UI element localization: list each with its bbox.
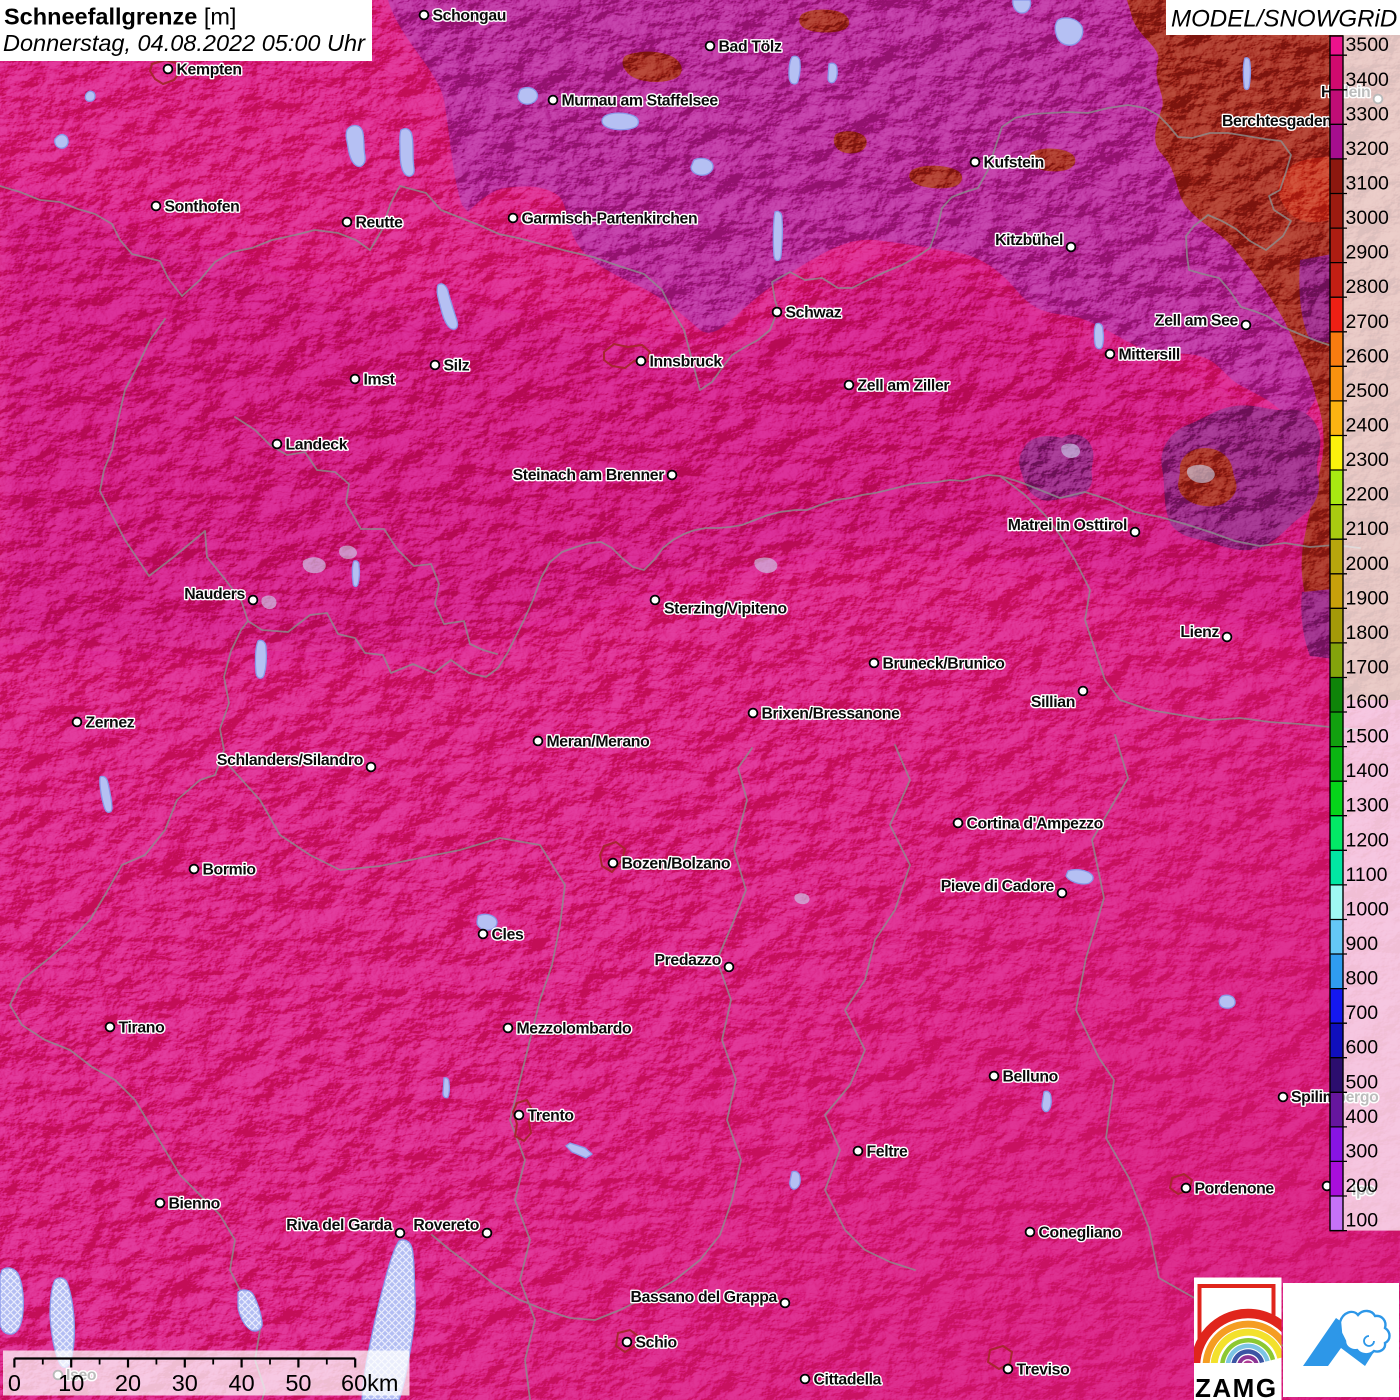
svg-text:Sonthofen: Sonthofen [165,199,240,216]
svg-text:2200: 2200 [1346,484,1390,506]
svg-text:Kempten: Kempten [177,62,242,79]
svg-text:1300: 1300 [1346,795,1390,817]
svg-text:Meran/Merano: Meran/Merano [547,734,651,751]
svg-text:Schio: Schio [636,1335,678,1352]
svg-text:50: 50 [285,1370,311,1396]
svg-text:3400: 3400 [1346,69,1390,91]
svg-text:Riva del Garda: Riva del Garda [286,1217,392,1234]
svg-text:3200: 3200 [1346,138,1390,160]
svg-text:2500: 2500 [1346,380,1390,402]
svg-text:Brixen/Bressanone: Brixen/Bressanone [762,706,901,723]
svg-text:Innsbruck: Innsbruck [650,354,723,371]
svg-text:Predazzo: Predazzo [654,952,721,969]
svg-text:Murnau am Staffelsee: Murnau am Staffelsee [562,93,719,110]
svg-text:3100: 3100 [1346,173,1390,195]
svg-text:800: 800 [1346,968,1379,990]
svg-text:30: 30 [172,1370,198,1396]
svg-text:1700: 1700 [1346,657,1390,679]
svg-text:Cittadella: Cittadella [814,1372,882,1389]
svg-text:600: 600 [1346,1037,1379,1059]
svg-text:2600: 2600 [1346,345,1390,367]
svg-text:ZAMG: ZAMG [1195,1373,1278,1400]
svg-text:700: 700 [1346,1002,1379,1024]
svg-text:2900: 2900 [1346,242,1390,264]
svg-text:Schongau: Schongau [433,8,507,25]
svg-text:Zell am Ziller: Zell am Ziller [858,378,950,395]
svg-text:Kufstein: Kufstein [984,155,1044,172]
svg-text:Treviso: Treviso [1017,1362,1071,1379]
svg-text:Belluno: Belluno [1003,1069,1059,1086]
svg-text:Donnerstag, 04.08.2022 05:00 U: Donnerstag, 04.08.2022 05:00 Uhr [3,30,366,56]
svg-text:Bozen/Bolzano: Bozen/Bolzano [622,856,731,873]
svg-text:Bormio: Bormio [203,862,257,879]
svg-text:1000: 1000 [1346,899,1390,921]
svg-text:1800: 1800 [1346,622,1390,644]
svg-text:Garmisch-Partenkirchen: Garmisch-Partenkirchen [522,211,698,228]
svg-text:Silz: Silz [444,358,470,375]
svg-text:Matrei in Osttirol: Matrei in Osttirol [1008,517,1127,534]
svg-text:100: 100 [1346,1210,1379,1232]
svg-text:Zernez: Zernez [86,715,135,732]
svg-text:Pordenone: Pordenone [1195,1181,1275,1198]
svg-text:300: 300 [1346,1140,1379,1162]
svg-text:Schwaz: Schwaz [786,305,842,322]
svg-text:Berchtesgaden: Berchtesgaden [1222,113,1332,130]
svg-text:2400: 2400 [1346,415,1390,437]
svg-text:2700: 2700 [1346,311,1390,333]
svg-text:3500: 3500 [1346,34,1390,56]
svg-text:Landeck: Landeck [286,437,348,454]
svg-text:Steinach am Brenner: Steinach am Brenner [513,467,665,484]
svg-text:Lienz: Lienz [1180,624,1219,641]
svg-text:Mezzolombardo: Mezzolombardo [517,1021,633,1038]
svg-text:2300: 2300 [1346,449,1390,471]
svg-text:40: 40 [229,1370,255,1396]
svg-text:Cortina d'Ampezzo: Cortina d'Ampezzo [967,816,1104,833]
svg-text:Bad Tölz: Bad Tölz [719,39,782,56]
svg-text:Cles: Cles [492,927,525,944]
svg-text:2800: 2800 [1346,276,1390,298]
svg-text:Zell am See: Zell am See [1155,313,1239,330]
svg-text:0: 0 [8,1370,21,1396]
svg-text:3000: 3000 [1346,207,1390,229]
svg-text:Reutte: Reutte [356,215,404,232]
svg-text:Bassano del Grappa: Bassano del Grappa [631,1289,778,1306]
svg-text:3300: 3300 [1346,103,1390,125]
svg-text:2100: 2100 [1346,518,1390,540]
svg-text:1500: 1500 [1346,726,1390,748]
svg-text:Kitzbühel: Kitzbühel [995,232,1063,249]
svg-text:Trento: Trento [528,1108,575,1125]
svg-text:Feltre: Feltre [867,1144,908,1161]
svg-text:Schlanders/Silandro: Schlanders/Silandro [217,752,364,769]
svg-text:1900: 1900 [1346,587,1390,609]
svg-text:2000: 2000 [1346,553,1390,575]
svg-text:Sterzing/Vipiteno: Sterzing/Vipiteno [664,601,787,618]
svg-text:Bruneck/Brunico: Bruneck/Brunico [883,656,1006,673]
svg-text:Pieve di Cadore: Pieve di Cadore [941,878,1055,895]
svg-text:Mittersill: Mittersill [1119,347,1180,364]
svg-text:Sillian: Sillian [1031,694,1075,711]
svg-text:400: 400 [1346,1106,1379,1128]
svg-text:20: 20 [115,1370,141,1396]
svg-text:200: 200 [1346,1175,1379,1197]
svg-text:Rovereto: Rovereto [413,1217,479,1234]
svg-text:1600: 1600 [1346,691,1390,713]
svg-text:10: 10 [58,1370,84,1396]
svg-text:Tirano: Tirano [119,1020,166,1037]
svg-text:1200: 1200 [1346,829,1390,851]
svg-text:Bienno: Bienno [169,1196,221,1213]
svg-text:MODEL/SNOWGRiD: MODEL/SNOWGRiD [1171,6,1397,33]
svg-text:900: 900 [1346,933,1379,955]
svg-text:Conegliano: Conegliano [1039,1225,1122,1242]
svg-text:Imst: Imst [364,372,396,389]
svg-text:Schneefallgrenze [m]: Schneefallgrenze [m] [4,4,236,30]
svg-text:500: 500 [1346,1071,1379,1093]
svg-text:1400: 1400 [1346,760,1390,782]
svg-text:Nauders: Nauders [184,586,245,603]
svg-text:60km: 60km [341,1370,398,1396]
svg-text:1100: 1100 [1346,864,1388,886]
